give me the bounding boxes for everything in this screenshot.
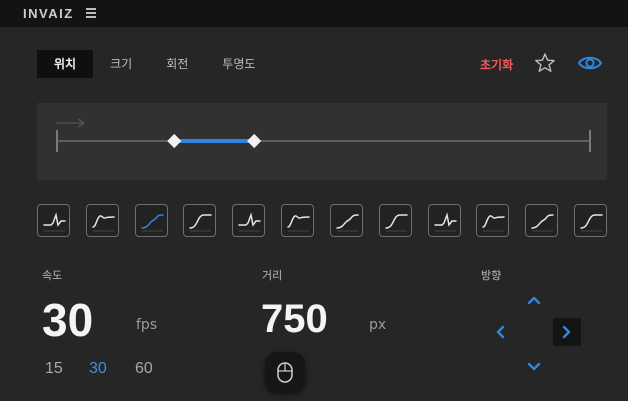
easing-preset-button-12[interactable] [574, 204, 607, 237]
speed-preset-15[interactable]: 15 [45, 360, 63, 378]
easing-preset-button-4[interactable] [183, 204, 216, 237]
easing-curve-icon [580, 214, 603, 232]
easing-curve-icon [189, 214, 212, 232]
mouse-input-button[interactable] [265, 352, 305, 392]
distance-label: 거리 [262, 269, 283, 282]
easing-curve-icon [287, 215, 310, 232]
easing-preset-button-3[interactable] [135, 204, 168, 237]
easing-preset-row [37, 204, 607, 238]
easing-preset-button-1[interactable] [37, 204, 70, 237]
chevron-right-icon [562, 325, 571, 339]
easing-curve-icon [482, 215, 505, 232]
distance-unit: px [369, 317, 387, 333]
tab-size[interactable]: 크기 [93, 50, 149, 78]
reset-button[interactable]: 초기화 [480, 56, 513, 73]
easing-curve-icon [434, 212, 457, 232]
direction-up-button[interactable] [520, 286, 548, 314]
easing-curve-icon [43, 212, 66, 232]
speed-value[interactable]: 30 [42, 293, 93, 347]
easing-preset-button-2[interactable] [86, 204, 119, 237]
speed-preset-30[interactable]: 30 [89, 360, 107, 378]
easing-preset-button-5[interactable] [232, 204, 265, 237]
easing-preset-button-11[interactable] [525, 204, 558, 237]
hamburger-menu-icon[interactable] [86, 8, 96, 18]
property-tabs: 위치 크기 회전 투명도 [37, 50, 272, 78]
easing-curve-icon [92, 215, 115, 232]
easing-preset-button-7[interactable] [330, 204, 363, 237]
easing-preset-button-9[interactable] [428, 204, 461, 237]
easing-curve-icon [141, 214, 164, 232]
chevron-left-icon [496, 325, 505, 339]
speed-preset-60[interactable]: 60 [135, 360, 153, 378]
chevron-up-icon [527, 296, 541, 305]
speed-label: 속도 [42, 269, 63, 282]
speed-unit: fps [136, 317, 158, 333]
eye-icon[interactable] [577, 53, 603, 73]
easing-curve-icon [385, 214, 408, 232]
chevron-down-icon [527, 362, 541, 371]
direction-left-button[interactable] [486, 318, 514, 346]
easing-curve-icon [531, 214, 554, 232]
track-end-handle[interactable] [247, 133, 262, 149]
direction-arrow-icon [56, 118, 86, 128]
motion-track-panel [37, 103, 607, 180]
direction-label: 방향 [481, 269, 502, 282]
direction-down-button[interactable] [520, 352, 548, 380]
easing-preset-button-6[interactable] [281, 204, 314, 237]
tab-opacity[interactable]: 투명도 [205, 50, 272, 78]
easing-curve-icon [238, 212, 261, 232]
top-bar: INVAIZ [0, 0, 628, 27]
tab-position[interactable]: 위치 [37, 50, 94, 78]
track-start-handle[interactable] [167, 133, 182, 149]
easing-curve-icon [336, 214, 359, 232]
easing-preset-button-8[interactable] [379, 204, 412, 237]
app-logo: INVAIZ [23, 6, 74, 21]
mouse-icon [277, 362, 293, 383]
direction-right-button[interactable] [553, 318, 581, 346]
easing-preset-button-10[interactable] [476, 204, 509, 237]
star-icon[interactable] [534, 52, 556, 74]
distance-value[interactable]: 750 [261, 297, 328, 342]
tab-rotation[interactable]: 회전 [149, 50, 205, 78]
